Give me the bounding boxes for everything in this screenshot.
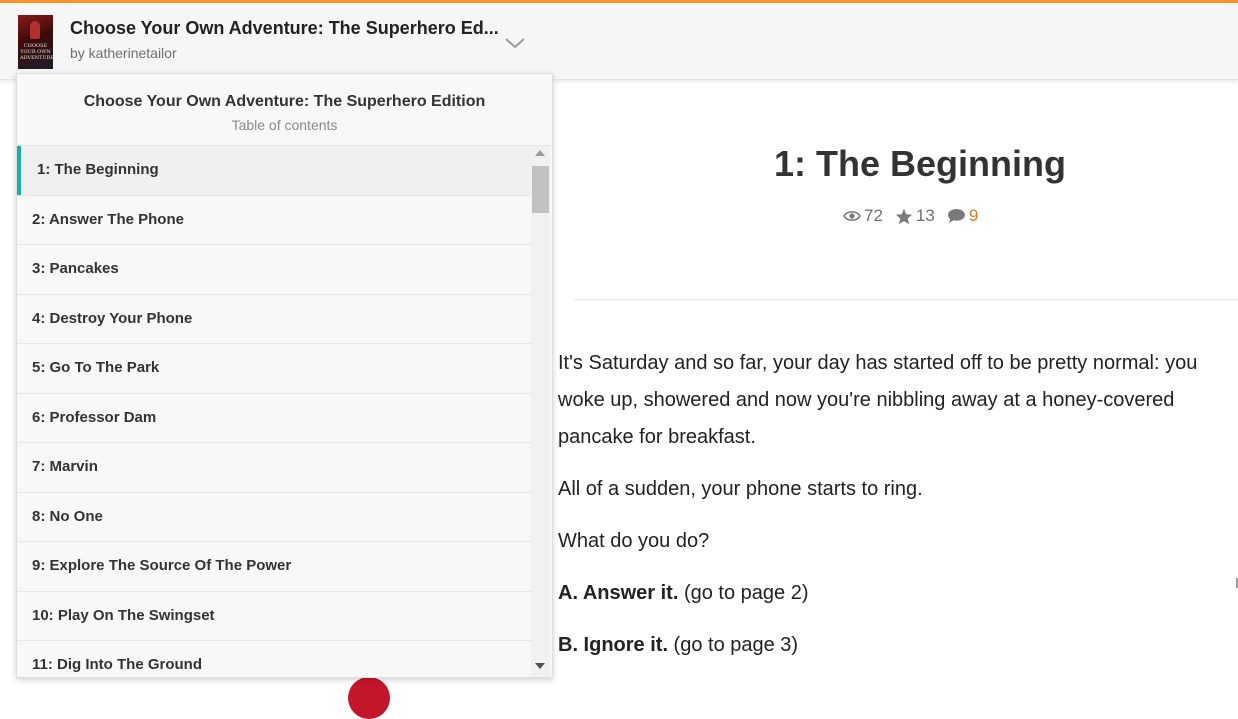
toc-story-title: Choose Your Own Adventure: The Superhero… [83,93,486,110]
cover-text: CHOOSE YOUR OWN ADVENTURE [20,43,55,61]
story-text: It's Saturday and so far, your day has s… [558,345,1238,679]
toc-item[interactable]: 6: Professor Dam [17,394,531,443]
toc-item[interactable]: 1: The Beginning [17,146,531,196]
toc-item[interactable]: 7: Marvin [17,443,531,493]
option-a-label: A. Answer it. [558,582,679,604]
paragraph: All of a sudden, your phone starts to ri… [558,478,923,500]
option-b: B. Ignore it. (go to page 3) [558,627,1238,664]
reads-stat: 72 [843,206,883,226]
toc-item-label: 2: Answer The Phone [32,210,184,228]
table-of-contents-dropdown: Choose Your Own Adventure: The Superhero… [16,73,553,678]
comments-count: 9 [968,206,979,225]
votes-stat: 13 [895,206,935,226]
toc-item-label: 6: Professor Dam [32,408,157,426]
eye-icon [843,211,861,221]
paragraph: What do you do? [558,530,710,552]
part-title: 1: The Beginning [774,143,1066,184]
toc-item-label: 3: Pancakes [32,260,119,277]
cover-figure [30,21,40,39]
votes-count: 13 [915,206,935,225]
comment-icon [947,208,965,224]
option-a-text: (go to page 2) [678,582,809,604]
toc-item-label: 8: No One [32,507,103,525]
toc-list: 1: The Beginning 2: Answer The Phone 3: … [17,146,531,677]
floating-action-button[interactable] [348,677,390,719]
toc-item[interactable]: 11: Dig Into The Ground [17,641,531,677]
part-stats: 72 13 9 [843,206,990,226]
toc-item-label: 9: Explore The Source Of The Power [32,557,292,574]
story-cover-image[interactable]: CHOOSE YOUR OWN ADVENTURE [18,15,55,69]
option-b-text: (go to page 3) [668,634,799,656]
toc-item[interactable]: 2: Answer The Phone [17,196,531,245]
scrollbar-thumb[interactable] [532,166,549,213]
story-toc-toggle[interactable]: CHOOSE YOUR OWN ADVENTURE Choose Your Ow… [16,8,551,76]
story-author[interactable]: by katherinetailor [70,45,177,61]
toc-item[interactable]: 10: Play On The Swingset [17,592,531,641]
toc-item[interactable]: 3: Pancakes [17,245,531,295]
paragraph: It's Saturday and so far, your day has s… [558,352,1198,448]
toc-item-label: 10: Play On The Swingset [32,606,215,624]
toc-scrollbar[interactable] [531,146,550,677]
toc-item[interactable]: 8: No One [17,493,531,542]
toc-header: Choose Your Own Adventure: The Superhero… [17,74,552,146]
toc-item-label: 7: Marvin [32,458,98,475]
option-a: A. Answer it. (go to page 2) [558,575,1238,612]
toc-item-label: 11: Dig Into The Ground [32,656,202,673]
chevron-down-icon[interactable] [503,31,527,55]
story-title[interactable]: Choose Your Own Adventure: The Superhero… [70,18,500,39]
reads-count: 72 [864,206,883,225]
star-icon [895,208,913,224]
toc-item-label: 1: The Beginning [37,161,159,178]
toc-item-label: 5: Go To The Park [32,359,160,376]
toc-item[interactable]: 5: Go To The Park [17,344,531,394]
toc-item-label: 4: Destroy Your Phone [32,309,193,327]
toc-item[interactable]: 9: Explore The Source Of The Power [17,542,531,592]
option-b-label: B. Ignore it. [558,634,668,656]
scroll-up-arrow-icon[interactable] [535,150,545,156]
toc-item[interactable]: 4: Destroy Your Phone [17,295,531,344]
story-header: CHOOSE YOUR OWN ADVENTURE Choose Your Ow… [0,3,1238,80]
content-divider [573,299,1238,300]
toc-subtitle: Table of contents [231,117,338,133]
scroll-down-arrow-icon[interactable] [535,663,545,669]
comments-stat[interactable]: 9 [947,206,978,226]
